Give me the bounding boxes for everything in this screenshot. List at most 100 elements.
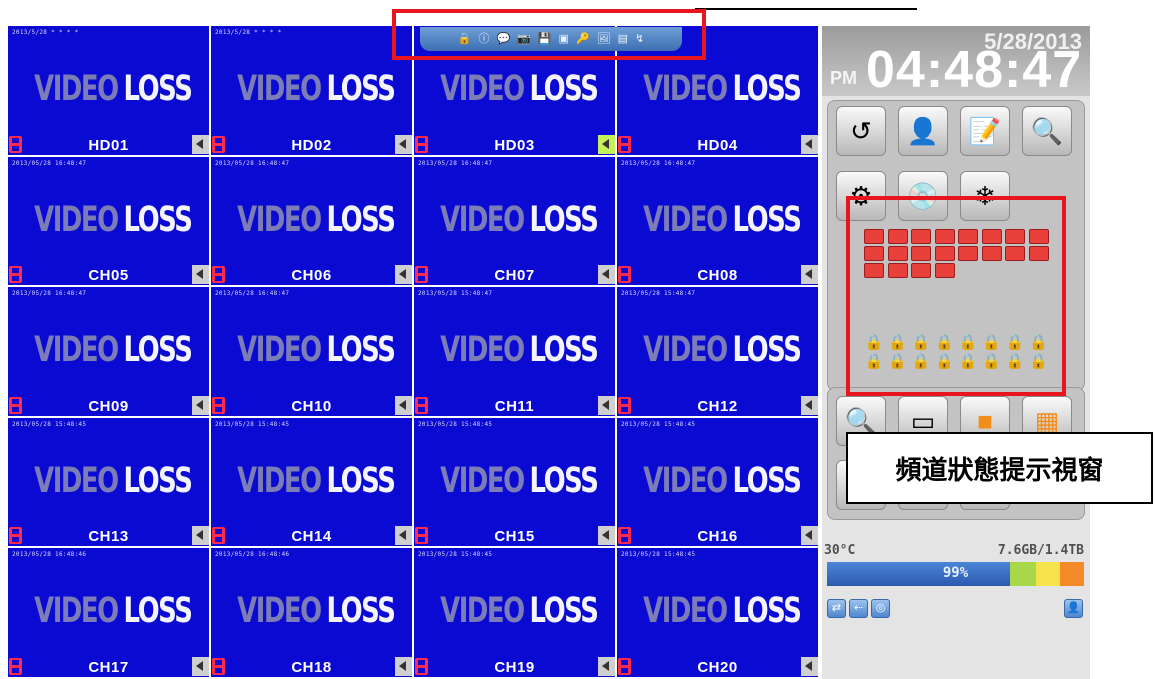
- playback-search-icon[interactable]: 🔍: [1022, 106, 1072, 156]
- camera-tile[interactable]: 2013/05/28 15:48:45 VIDEO LOSS CH13: [8, 417, 211, 549]
- audio-icon[interactable]: [801, 265, 818, 285]
- camera-tile[interactable]: 2013/5/28 * * * * VIDEO LOSS HD02: [211, 26, 414, 157]
- channel-label: CH13: [88, 528, 129, 546]
- network-status-icon[interactable]: ⇄: [827, 599, 846, 618]
- timestamp: 2013/5/28 * * * *: [215, 29, 282, 36]
- tile-footer: HD03: [414, 134, 615, 155]
- video-text: VIDEO: [440, 330, 525, 371]
- audio-icon[interactable]: [395, 526, 412, 546]
- camera-grid: 2013/5/28 * * * * VIDEO LOSS HD01 2013/5/28 …: [8, 26, 820, 679]
- video-text: VIDEO: [237, 591, 322, 632]
- tile-footer: CH20: [617, 656, 818, 677]
- storage-label: 7.6GB/1.4TB: [997, 543, 1084, 558]
- camera-tile[interactable]: 2013/05/28 16:48:47 VIDEO LOSS CH09: [8, 287, 211, 418]
- video-text: VIDEO: [237, 460, 322, 501]
- video-text: VIDEO: [34, 460, 119, 501]
- channel-label: HD02: [291, 136, 332, 154]
- camera-tile[interactable]: 2013/05/28 15:48:45 VIDEO LOSS CH14: [211, 417, 414, 549]
- dvd-icon[interactable]: ◎: [871, 599, 890, 618]
- camera-tile[interactable]: 2013/05/28 16:48:47 VIDEO LOSS CH06: [211, 156, 414, 288]
- video-text: VIDEO: [643, 591, 728, 632]
- camera-tile[interactable]: 2013/05/28 15:48:45 VIDEO LOSS CH20: [617, 548, 820, 679]
- tile-footer: CH16: [617, 525, 818, 546]
- video-text: VIDEO: [237, 330, 322, 371]
- camera-tile[interactable]: 2013/05/28 15:48:47 VIDEO LOSS CH11: [414, 287, 617, 418]
- loss-text: LOSS: [326, 69, 396, 109]
- channel-label: CH17: [88, 658, 129, 676]
- backup-icon[interactable]: ↺: [836, 106, 886, 156]
- camera-tile[interactable]: 2013/05/28 16:48:47 VIDEO LOSS CH07: [414, 156, 617, 288]
- tile-footer: CH10: [211, 395, 412, 416]
- loss-text: LOSS: [326, 460, 396, 501]
- disk-usage-bar: 99%: [827, 562, 1084, 586]
- video-loss-label: VIDEO LOSS: [440, 72, 599, 107]
- video-loss-label: VIDEO LOSS: [237, 330, 396, 371]
- tile-footer: CH17: [8, 656, 209, 677]
- audio-icon[interactable]: [192, 526, 209, 546]
- channel-label: CH15: [494, 528, 535, 546]
- video-text: VIDEO: [34, 69, 119, 109]
- video-text: VIDEO: [643, 330, 728, 371]
- audio-icon[interactable]: [395, 134, 412, 154]
- video-loss-label: VIDEO LOSS: [34, 460, 193, 501]
- video-loss-label: VIDEO LOSS: [643, 591, 802, 632]
- camera-tile[interactable]: 2013/05/28 16:48:47 VIDEO LOSS CH10: [211, 287, 414, 418]
- video-text: VIDEO: [440, 199, 525, 240]
- audio-icon[interactable]: [395, 656, 412, 676]
- audio-icon[interactable]: [598, 395, 615, 415]
- camera-tile[interactable]: 2013/05/28 16:48:46 VIDEO LOSS CH18: [211, 548, 414, 679]
- loss-text: LOSS: [326, 199, 396, 240]
- time-label: 04:48:47: [866, 41, 1083, 99]
- video-loss-label: VIDEO LOSS: [34, 333, 193, 368]
- tile-footer: CH15: [414, 525, 615, 546]
- channel-label: HD03: [494, 136, 535, 154]
- tile-footer: CH13: [8, 525, 209, 546]
- callout-text: 頻道狀態提示視窗: [895, 455, 1104, 486]
- video-text: VIDEO: [440, 591, 525, 632]
- user-icon[interactable]: 👤: [1064, 599, 1083, 618]
- camera-tile[interactable]: 2013/05/28 15:48:45 VIDEO LOSS CH19: [414, 548, 617, 679]
- loss-text: LOSS: [326, 591, 396, 632]
- audio-icon[interactable]: [801, 134, 818, 154]
- search-person-icon[interactable]: 👤: [898, 106, 948, 156]
- audio-icon[interactable]: [395, 265, 412, 285]
- video-loss-label: VIDEO LOSS: [34, 69, 193, 109]
- timestamp: 2013/05/28 15:48:45: [621, 420, 696, 428]
- tile-footer: HD02: [211, 134, 412, 155]
- camera-tile[interactable]: 2013/05/28 16:48:47 VIDEO LOSS CH08: [617, 156, 820, 288]
- audio-icon[interactable]: [395, 395, 412, 415]
- loss-text: LOSS: [123, 69, 193, 109]
- audio-icon[interactable]: [598, 526, 615, 546]
- log-icon[interactable]: 📝: [960, 106, 1010, 156]
- camera-tile[interactable]: 2013/5/28 * * * * VIDEO LOSS HD01: [8, 26, 211, 157]
- audio-icon[interactable]: [192, 134, 209, 154]
- camera-tile[interactable]: 2013/05/28 15:48:47 VIDEO LOSS CH12: [617, 287, 820, 418]
- audio-icon[interactable]: [598, 656, 615, 676]
- usage-percent: 99%: [942, 565, 969, 581]
- tile-footer: CH06: [211, 264, 412, 285]
- audio-icon[interactable]: [192, 656, 209, 676]
- timestamp: 2013/05/28 15:48:45: [418, 420, 493, 428]
- camera-tile[interactable]: 2013/05/28 15:48:45 VIDEO LOSS CH15: [414, 417, 617, 549]
- status-row: 30°C 7.6GB/1.4TB: [824, 543, 1088, 558]
- timestamp: 2013/05/28 16:48:46: [215, 551, 290, 559]
- audio-icon[interactable]: [192, 395, 209, 415]
- audio-icon[interactable]: [801, 656, 818, 676]
- timestamp: 2013/05/28 15:48:47: [418, 290, 493, 298]
- status-highlight-box: [846, 196, 1066, 396]
- temperature-label: 30°C: [824, 543, 856, 558]
- channel-label: CH07: [494, 267, 535, 285]
- camera-tile[interactable]: 2013/05/28 16:48:47 VIDEO LOSS CH05: [8, 156, 211, 288]
- audio-icon[interactable]: [192, 265, 209, 285]
- clock-display: 5/28/2013 PM 04:48:47: [822, 26, 1090, 99]
- loss-text: LOSS: [123, 199, 193, 240]
- audio-icon[interactable]: [801, 395, 818, 415]
- timestamp: 2013/05/28 16:48:47: [12, 159, 87, 167]
- usb-icon[interactable]: ⇠: [849, 599, 868, 618]
- video-loss-label: VIDEO LOSS: [643, 463, 802, 499]
- camera-tile[interactable]: 2013/05/28 16:48:46 VIDEO LOSS CH17: [8, 548, 211, 679]
- camera-tile[interactable]: 2013/05/28 15:48:45 VIDEO LOSS CH16: [617, 417, 820, 549]
- audio-icon[interactable]: [598, 265, 615, 285]
- audio-icon[interactable]: [598, 134, 615, 154]
- audio-icon[interactable]: [801, 526, 818, 546]
